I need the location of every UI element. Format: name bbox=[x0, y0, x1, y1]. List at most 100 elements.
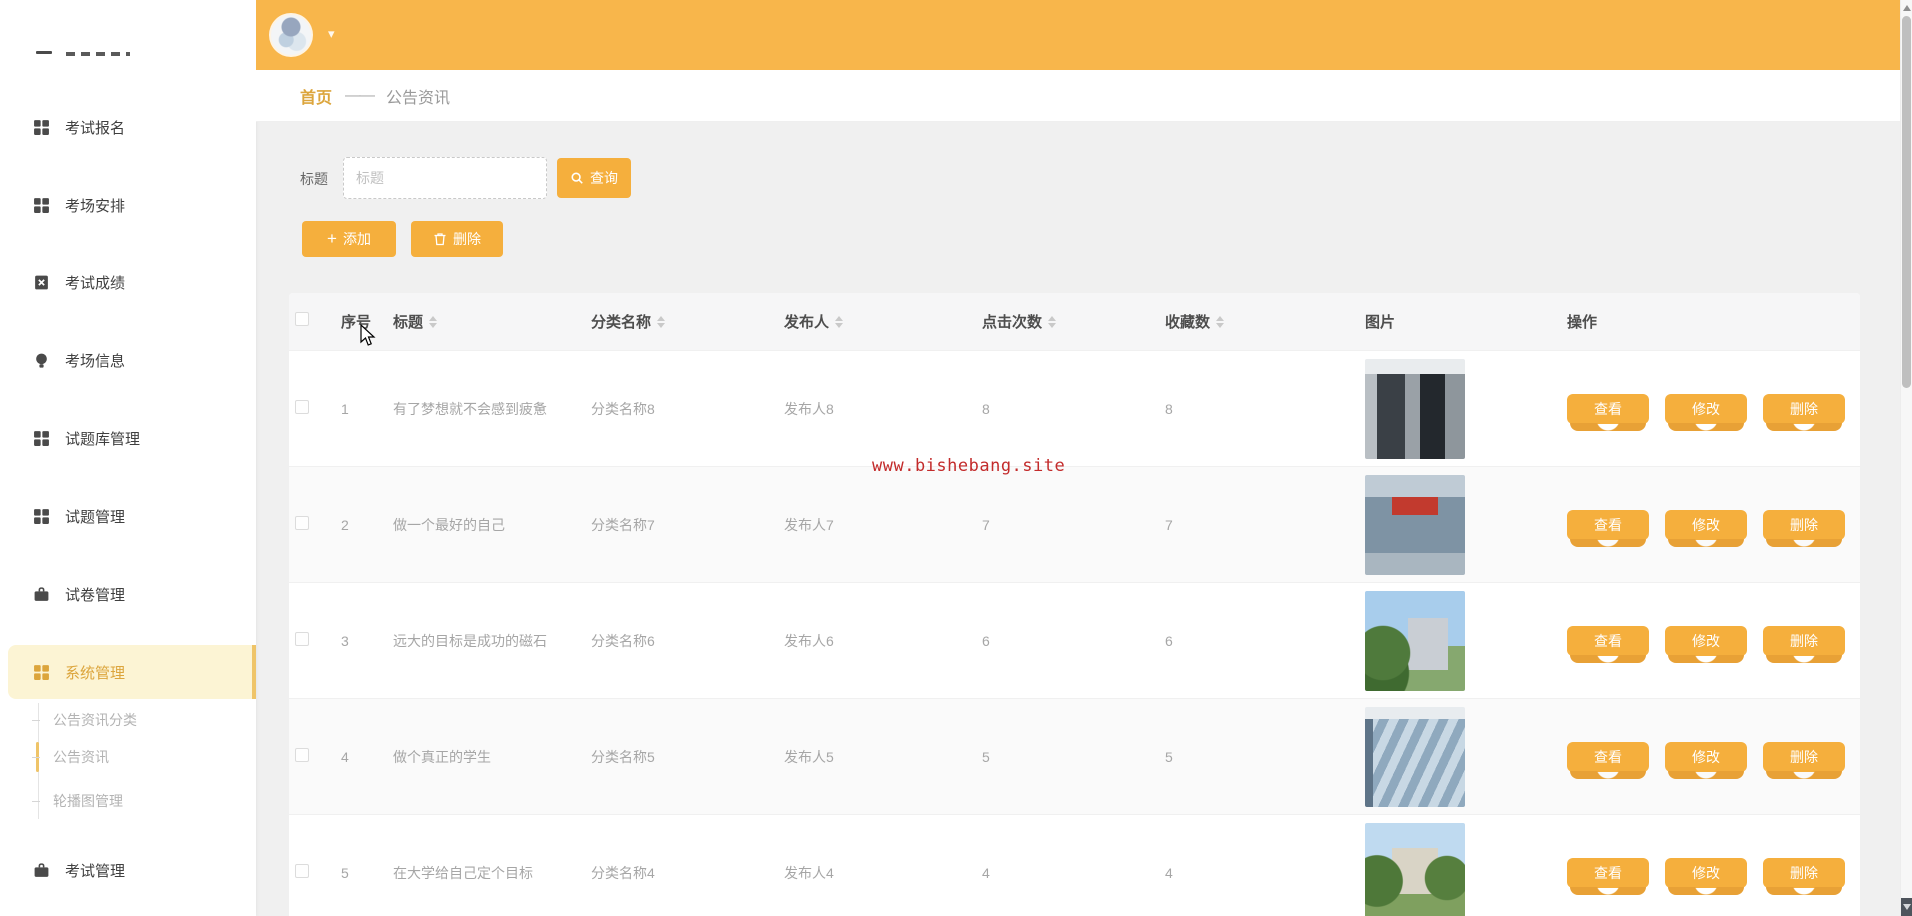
delete-button[interactable]: 删除 bbox=[411, 221, 503, 257]
row-title: 远大的目标是成功的磁石 bbox=[393, 633, 547, 649]
row-publisher: 发布人4 bbox=[784, 865, 834, 881]
sidebar-subitem-2[interactable]: 轮播图管理 bbox=[53, 791, 123, 811]
edit-button[interactable]: 修改 bbox=[1665, 394, 1747, 424]
sidebar-item-4[interactable]: 试题库管理 bbox=[0, 418, 256, 458]
watermark-text: www.bishebang.site bbox=[872, 456, 1065, 476]
row-delete-button[interactable]: 删除 bbox=[1763, 626, 1845, 656]
row-index: 4 bbox=[341, 749, 349, 765]
row-title: 做个真正的学生 bbox=[393, 749, 491, 765]
clipboard-icon bbox=[33, 274, 50, 291]
row-checkbox[interactable] bbox=[295, 400, 309, 414]
table-row: 3 远大的目标是成功的磁石 分类名称6 发布人6 6 6 查看 修改 删除 bbox=[289, 582, 1860, 698]
row-checkbox[interactable] bbox=[295, 864, 309, 878]
row-publisher: 发布人8 bbox=[784, 401, 834, 417]
add-button[interactable]: + 添加 bbox=[302, 221, 396, 257]
row-category: 分类名称8 bbox=[591, 401, 655, 417]
edit-button[interactable]: 修改 bbox=[1665, 742, 1747, 772]
grid-icon bbox=[33, 430, 50, 447]
select-all-cell bbox=[289, 312, 341, 331]
row-clicks: 4 bbox=[982, 865, 990, 881]
view-button[interactable]: 查看 bbox=[1567, 510, 1649, 540]
sidebar-item-8[interactable]: 考试管理 bbox=[0, 850, 256, 890]
clipped-menu-label bbox=[66, 52, 130, 56]
row-index: 1 bbox=[341, 401, 349, 417]
chevron-down-icon[interactable]: ▾ bbox=[328, 26, 335, 42]
sidebar-item-2[interactable]: 考试成绩 bbox=[0, 262, 256, 302]
view-button[interactable]: 查看 bbox=[1567, 858, 1649, 888]
sidebar-item-5[interactable]: 试题管理 bbox=[0, 496, 256, 536]
row-publisher: 发布人5 bbox=[784, 749, 834, 765]
row-delete-button[interactable]: 删除 bbox=[1763, 394, 1845, 424]
row-publisher: 发布人6 bbox=[784, 633, 834, 649]
search-icon bbox=[570, 171, 584, 185]
row-title: 在大学给自己定个目标 bbox=[393, 865, 533, 881]
row-index: 2 bbox=[341, 517, 349, 533]
scroll-down-arrow-icon bbox=[1903, 904, 1911, 910]
sidebar-item-1[interactable]: 考场安排 bbox=[0, 185, 256, 225]
scroll-up-arrow-icon[interactable] bbox=[1903, 5, 1911, 11]
view-button[interactable]: 查看 bbox=[1567, 742, 1649, 772]
sidebar-subitem-0[interactable]: 公告资讯分类 bbox=[53, 710, 137, 730]
column-header[interactable]: 标题 bbox=[393, 311, 591, 332]
sort-carets-icon[interactable] bbox=[835, 316, 843, 328]
clipped-menu-icon bbox=[36, 51, 52, 54]
row-clicks: 8 bbox=[982, 401, 990, 417]
column-header[interactable]: 图片 bbox=[1365, 311, 1567, 332]
title-filter-label: 标题 bbox=[300, 169, 328, 189]
sort-carets-icon[interactable] bbox=[657, 316, 665, 328]
table-row: 5 在大学给自己定个目标 分类名称4 发布人4 4 4 查看 修改 删除 bbox=[289, 814, 1860, 916]
announcement-image bbox=[1365, 359, 1465, 459]
tree-dash-icon bbox=[32, 801, 40, 802]
announcement-image bbox=[1365, 823, 1465, 916]
row-title: 做一个最好的自己 bbox=[393, 517, 505, 533]
announcement-image bbox=[1365, 475, 1465, 575]
column-header[interactable]: 序号 bbox=[341, 311, 393, 332]
scrollbar-thumb[interactable] bbox=[1902, 16, 1911, 388]
row-title: 有了梦想就不会感到疲惫 bbox=[393, 401, 547, 417]
edit-button[interactable]: 修改 bbox=[1665, 626, 1747, 656]
column-header[interactable]: 操作 bbox=[1567, 311, 1860, 332]
app-window: 考试报名 考场安排 考试成绩 考场信息 试题库管理 试题管理 试卷管理 系统管理… bbox=[0, 0, 1912, 916]
row-category: 分类名称5 bbox=[591, 749, 655, 765]
vertical-scrollbar[interactable] bbox=[1900, 0, 1912, 916]
column-header[interactable]: 点击次数 bbox=[982, 311, 1165, 332]
column-header[interactable]: 分类名称 bbox=[591, 311, 784, 332]
breadcrumb-current: 公告资讯 bbox=[386, 84, 450, 108]
title-filter-input[interactable] bbox=[343, 157, 547, 199]
row-delete-button[interactable]: 删除 bbox=[1763, 742, 1845, 772]
view-button[interactable]: 查看 bbox=[1567, 626, 1649, 656]
sort-carets-icon[interactable] bbox=[1216, 316, 1224, 328]
row-delete-button[interactable]: 删除 bbox=[1763, 858, 1845, 888]
table-row: 2 做一个最好的自己 分类名称7 发布人7 7 7 查看 修改 删除 bbox=[289, 466, 1860, 582]
row-checkbox[interactable] bbox=[295, 516, 309, 530]
row-delete-button[interactable]: 删除 bbox=[1763, 510, 1845, 540]
briefcase-icon bbox=[33, 862, 50, 879]
view-button[interactable]: 查看 bbox=[1567, 394, 1649, 424]
sort-carets-icon[interactable] bbox=[1048, 316, 1056, 328]
sidebar-subitem-1[interactable]: 公告资讯 bbox=[53, 747, 109, 767]
clipped-menu-item[interactable] bbox=[0, 0, 256, 62]
edit-button[interactable]: 修改 bbox=[1665, 510, 1747, 540]
row-checkbox[interactable] bbox=[295, 632, 309, 646]
row-favorites: 5 bbox=[1165, 749, 1173, 765]
plus-icon: + bbox=[327, 230, 337, 247]
breadcrumb-home-link[interactable]: 首页 bbox=[300, 84, 332, 108]
topbar: ▾ bbox=[256, 0, 1912, 70]
row-checkbox[interactable] bbox=[295, 748, 309, 762]
grid-icon bbox=[33, 119, 50, 136]
edit-button[interactable]: 修改 bbox=[1665, 858, 1747, 888]
sidebar-item-0[interactable]: 考试报名 bbox=[0, 107, 256, 147]
user-avatar[interactable] bbox=[271, 15, 311, 55]
row-category: 分类名称4 bbox=[591, 865, 655, 881]
row-favorites: 8 bbox=[1165, 401, 1173, 417]
sort-carets-icon[interactable] bbox=[429, 316, 437, 328]
sidebar-item-3[interactable]: 考场信息 bbox=[0, 340, 256, 380]
sidebar-item-6[interactable]: 试卷管理 bbox=[0, 574, 256, 614]
scroll-down-arrow[interactable] bbox=[1901, 898, 1912, 916]
sidebar-item-7[interactable]: 系统管理 bbox=[8, 645, 256, 699]
tree-dash-icon bbox=[32, 757, 40, 758]
query-button[interactable]: 查询 bbox=[557, 158, 631, 198]
select-all-checkbox[interactable] bbox=[295, 312, 309, 326]
column-header[interactable]: 收藏数 bbox=[1165, 311, 1365, 332]
column-header[interactable]: 发布人 bbox=[784, 311, 982, 332]
